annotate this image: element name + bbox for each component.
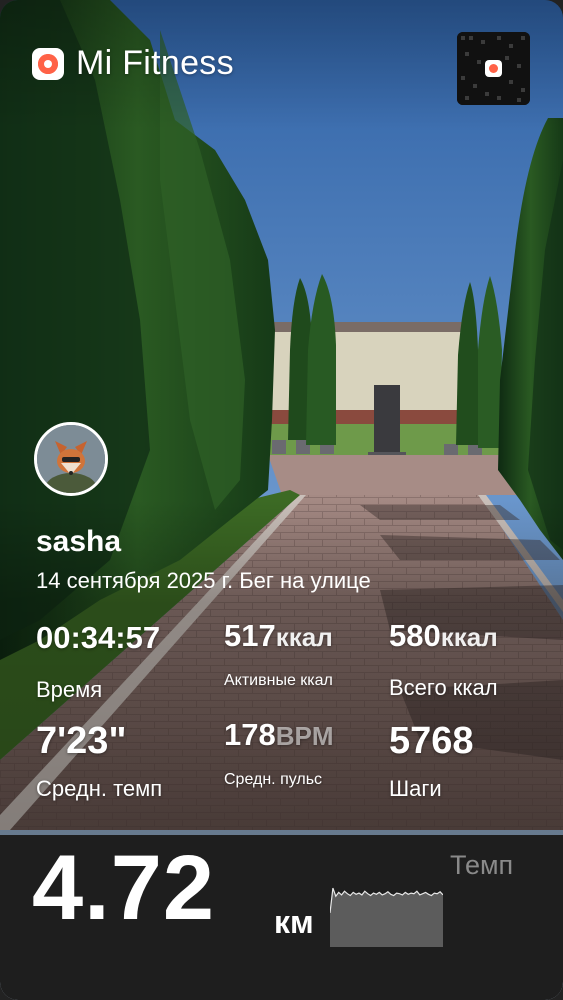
avg-heart-rate-stat: 178BPM — [224, 719, 334, 750]
avg-heart-rate-label: Средн. пульс — [224, 771, 323, 788]
workout-date-type: 14 сентября 2025 г. Бег на улице — [36, 568, 371, 593]
total-kcal-label: Всего ккал — [389, 675, 498, 700]
avg-pace-label: Средн. темп — [36, 776, 163, 801]
time-value: 00:34:57 — [36, 620, 161, 655]
active-kcal-stat: 517ккал — [224, 620, 333, 651]
active-kcal-value: 517 — [224, 618, 276, 653]
steps-value: 5768 — [389, 720, 474, 762]
total-kcal-unit: ккал — [440, 622, 498, 652]
active-kcal-label: Активные ккал — [224, 672, 333, 689]
pace-sparkline-chart — [330, 887, 443, 947]
pace-area — [330, 888, 443, 947]
app-name: Mi Fitness — [76, 44, 234, 82]
total-kcal-value: 580 — [389, 618, 441, 653]
avatar — [34, 422, 108, 496]
qr-logo-icon — [485, 60, 502, 77]
distance-unit: км — [274, 904, 314, 940]
mi-fitness-logo-icon — [32, 47, 64, 80]
total-kcal-stat: 580ккал — [389, 620, 498, 651]
distance-value: 4.72 — [32, 837, 216, 939]
avg-pace-value: 7'23" — [36, 720, 127, 762]
avg-heart-rate-value: 178 — [224, 717, 276, 752]
steps-label: Шаги — [389, 776, 442, 801]
workout-share-card: Mi Fitness sasha 14 сентября 2025 г. Бег… — [0, 0, 563, 1000]
pace-chart-label: Темп — [450, 850, 514, 880]
fox-character-avatar-icon — [37, 425, 105, 493]
username: sasha — [36, 525, 122, 558]
app-brand: Mi Fitness — [32, 44, 234, 83]
time-label: Время — [36, 677, 103, 702]
active-kcal-unit: ккал — [275, 622, 333, 652]
qr-code-icon — [457, 32, 530, 105]
avg-heart-rate-unit: BPM — [275, 721, 334, 751]
